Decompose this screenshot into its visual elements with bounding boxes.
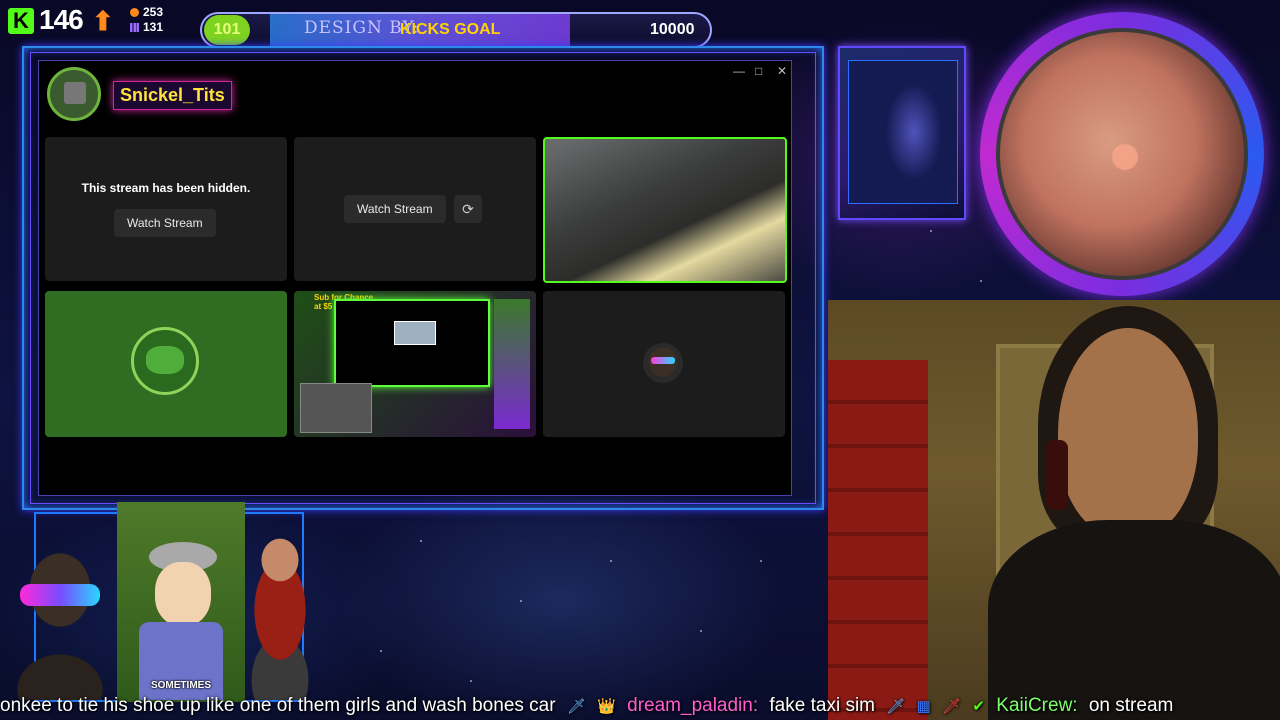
hidden-message: This stream has been hidden. bbox=[81, 181, 251, 195]
red-beard-character bbox=[240, 510, 320, 700]
stream-tile-hidden: This stream has been hidden. Watch Strea… bbox=[45, 137, 287, 281]
watch-stream-button[interactable]: Watch Stream bbox=[114, 209, 216, 237]
stat-top: 253 bbox=[143, 5, 164, 19]
webcam-feed bbox=[828, 300, 1280, 720]
stat-bottom: 131 bbox=[143, 20, 164, 34]
stream-tile-2: Watch Stream ⟳ bbox=[294, 137, 536, 281]
overlay-webcam-thumb bbox=[300, 383, 372, 433]
overlay-side-art bbox=[494, 299, 530, 429]
pepe-avatar bbox=[131, 327, 199, 395]
watch-stream-button[interactable]: Watch Stream bbox=[344, 195, 446, 223]
chat-username[interactable]: KaiiCrew: bbox=[996, 695, 1077, 716]
viewer-icon bbox=[130, 8, 139, 17]
kick-logo-icon: K bbox=[8, 8, 34, 34]
cartoon-caption: SOMETIMES bbox=[150, 680, 211, 691]
stream-tile-game[interactable] bbox=[543, 137, 787, 283]
monkey-avatar bbox=[643, 343, 683, 383]
up-arrow-icon: ⬆ bbox=[92, 6, 114, 36]
decor-card-art bbox=[848, 60, 958, 204]
maximize-button[interactable]: □ bbox=[755, 64, 762, 78]
chat-message: onkee to tie his shoe up like one of the… bbox=[0, 695, 556, 716]
goal-label: KICKS GOAL bbox=[400, 21, 501, 38]
tattoo-photo bbox=[996, 28, 1248, 280]
crown-icon: 👑 bbox=[597, 698, 616, 715]
stream-tile-pepe[interactable] bbox=[45, 291, 287, 437]
stream-tile-monkey[interactable] bbox=[543, 291, 785, 437]
overlay-window-thumb bbox=[394, 321, 436, 345]
chat-message: fake taxi sim bbox=[769, 695, 875, 716]
badge-icon: ▦ bbox=[916, 698, 931, 715]
multistream-window: — □ ✕ Snickel_Tits This stream has been … bbox=[38, 60, 792, 496]
chat-message: on stream bbox=[1088, 695, 1174, 716]
check-icon: ✔ bbox=[972, 698, 985, 715]
sword-icon: 🗡 bbox=[566, 698, 586, 715]
sword-icon: 🗡 bbox=[942, 698, 962, 715]
cartoon-character-card: SOMETIMES bbox=[117, 502, 245, 702]
sword-icon: 🗡 bbox=[886, 698, 906, 715]
avatar[interactable] bbox=[47, 67, 101, 121]
monkey-character bbox=[0, 520, 120, 700]
stream-tile-overlay[interactable]: Sub for Chance at $5 bbox=[294, 291, 536, 437]
minimize-button[interactable]: — bbox=[733, 64, 745, 78]
close-button[interactable]: ✕ bbox=[777, 64, 787, 78]
chat-username[interactable]: dream_paladin: bbox=[627, 695, 758, 716]
bars-icon bbox=[130, 23, 139, 32]
goal-current: 101 bbox=[204, 15, 250, 45]
stats-box: 253 131 bbox=[130, 5, 163, 35]
follower-count: 146 bbox=[39, 4, 84, 35]
username[interactable]: Snickel_Tits bbox=[113, 81, 232, 110]
refresh-icon[interactable]: ⟳ bbox=[454, 195, 482, 223]
goal-target: 10000 bbox=[650, 21, 695, 38]
chat-ticker: onkee to tie his shoe up like one of the… bbox=[0, 692, 1280, 720]
